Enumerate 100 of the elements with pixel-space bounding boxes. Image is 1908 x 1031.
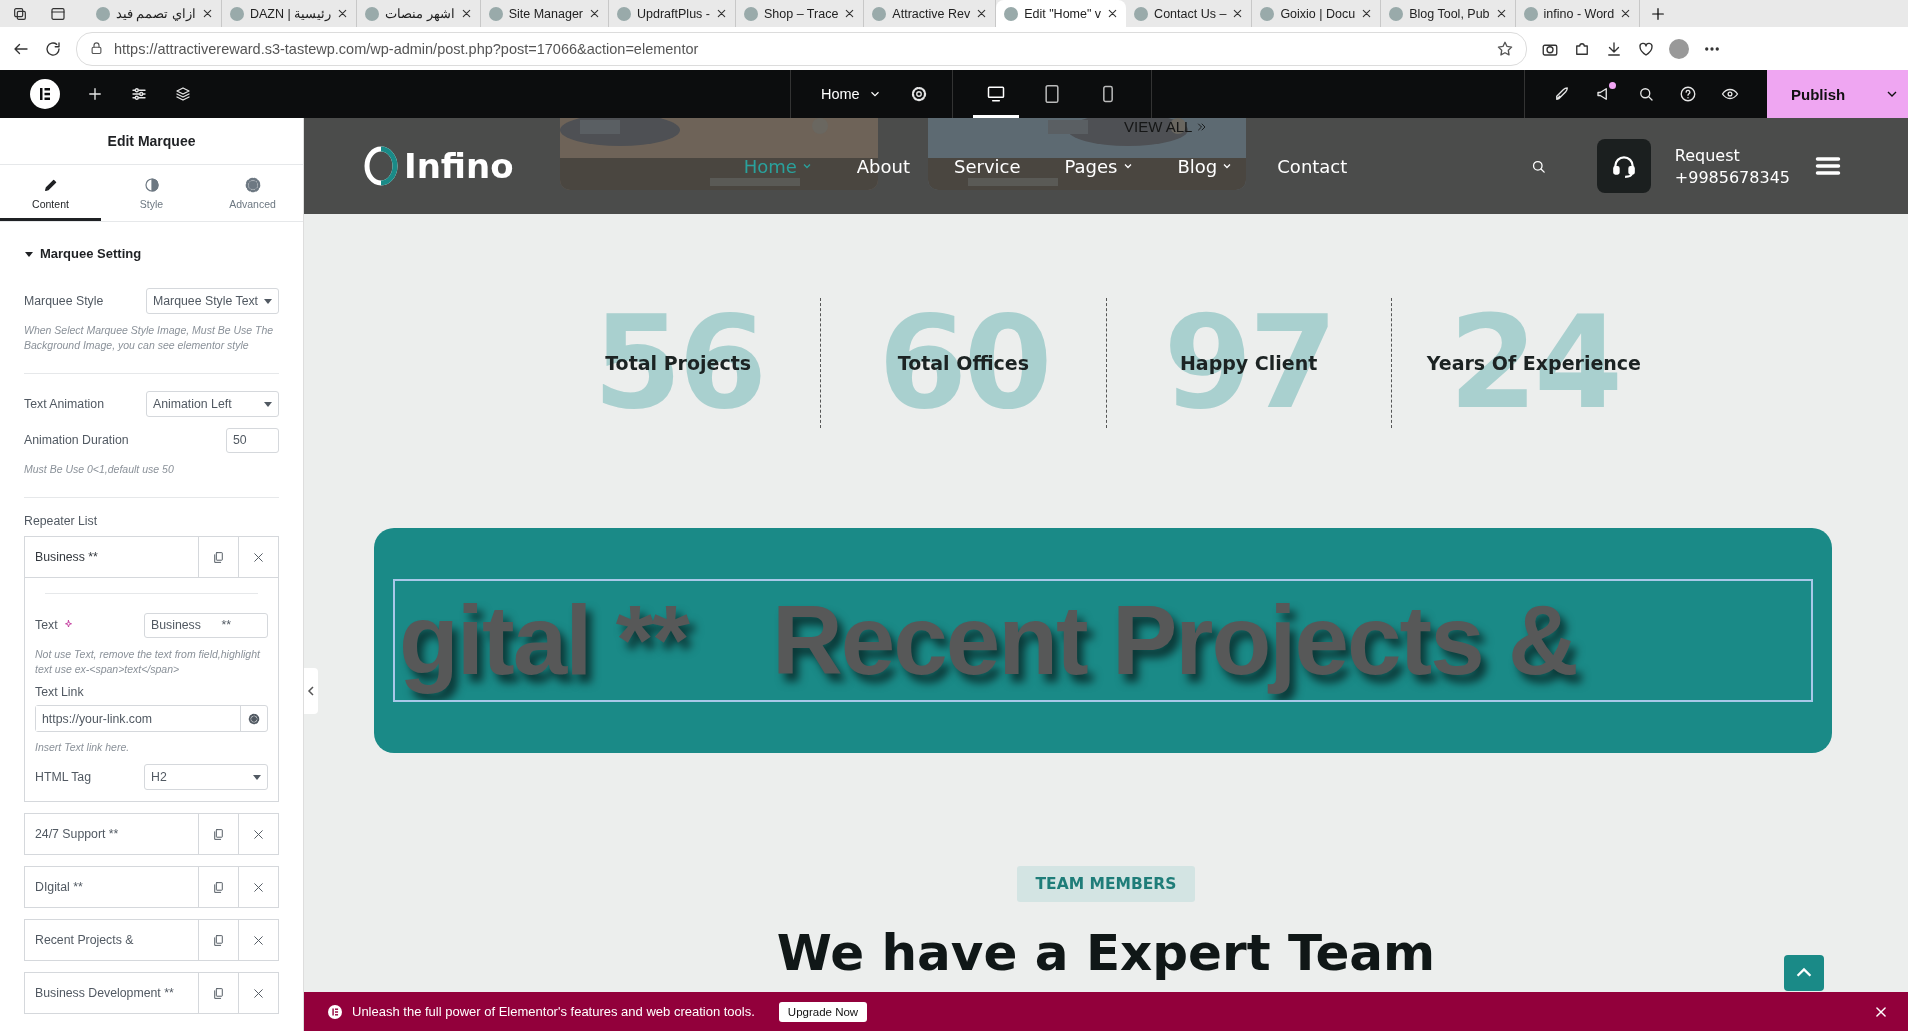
favicon-icon: [872, 6, 887, 21]
pencil-icon: [42, 177, 59, 193]
favicon-icon: [1523, 6, 1538, 21]
tab-title[interactable]: Shop – Trace: [764, 6, 839, 21]
close-icon: [252, 986, 265, 1000]
link-input[interactable]: https://your-link.com: [35, 705, 268, 732]
close-icon: [252, 933, 265, 947]
favicon-icon: [1260, 6, 1275, 21]
close-icon[interactable]: [337, 8, 349, 19]
field-label: HTML Tag: [35, 770, 92, 784]
tab-title[interactable]: Contact Us –: [1154, 6, 1227, 21]
elementor-icon: [328, 1004, 342, 1019]
close-icon[interactable]: [716, 8, 727, 19]
close-icon: [252, 827, 265, 841]
upgrade-button[interactable]: Upgrade Now: [778, 1001, 868, 1022]
gear-icon: [244, 177, 261, 193]
add-icon[interactable]: [86, 85, 104, 103]
phone-number[interactable]: +9985678345: [1674, 167, 1790, 187]
field-label: Text Link: [35, 685, 85, 699]
animation-select[interactable]: Animation Left: [146, 391, 279, 417]
nav-link[interactable]: Contact: [1277, 155, 1348, 177]
copy-icon: [212, 986, 225, 1000]
profile-avatar[interactable]: [1669, 38, 1689, 59]
panel-tab[interactable]: Style: [101, 165, 202, 221]
style-select[interactable]: Marquee Style Text: [146, 288, 279, 314]
tab-title[interactable]: Edit "Home" v: [1024, 6, 1102, 21]
favicon-icon: [488, 6, 503, 21]
tab-title[interactable]: ازاي تصمم فيد: [116, 6, 196, 21]
close-icon[interactable]: [201, 8, 213, 19]
lock-icon: [89, 41, 104, 56]
caret-icon: [264, 298, 272, 304]
close-icon[interactable]: [976, 8, 988, 19]
favicon-icon: [1134, 6, 1149, 21]
tab-title[interactable]: infino - Word: [1543, 6, 1615, 21]
reload-icon[interactable]: [44, 39, 62, 58]
page-dropdown[interactable]: Home: [815, 85, 888, 103]
banner-text: Unleash the full power of Elementor's features and web creation tools.: [352, 1004, 755, 1019]
collapse-handle[interactable]: [304, 668, 318, 714]
close-icon[interactable]: [1107, 8, 1119, 19]
section-badge: TEAM MEMBERS: [1016, 866, 1196, 902]
text-input[interactable]: Business **: [144, 612, 268, 638]
download-icon[interactable]: [1605, 39, 1623, 58]
field-label: Marquee Style: [24, 294, 104, 308]
close-icon[interactable]: [844, 8, 856, 19]
tab-title[interactable]: Blog Tool, Pub: [1409, 6, 1490, 21]
favicon-icon: [96, 6, 110, 21]
new-tab-icon[interactable]: [1650, 5, 1667, 22]
nav-link[interactable]: About: [856, 155, 910, 177]
close-icon: [252, 550, 265, 564]
tab-title[interactable]: Site Manager: [508, 6, 584, 21]
tab-actions-icon[interactable]: [12, 5, 28, 22]
tab-title[interactable]: DAZN | رئيسية: [249, 6, 332, 21]
field-label: Text Animation: [24, 397, 104, 411]
favicon-icon: [744, 6, 758, 21]
close-icon[interactable]: [460, 8, 472, 19]
panel-tab[interactable]: Content: [0, 165, 101, 221]
close-icon[interactable]: [1874, 1004, 1888, 1019]
star-icon[interactable]: [1496, 39, 1514, 58]
publish-button[interactable]: Publish: [1767, 70, 1908, 118]
marquee-text: gital **: [399, 584, 688, 697]
close-icon[interactable]: [589, 8, 601, 19]
search-icon[interactable]: [1637, 85, 1655, 103]
browser-tab[interactable]: Edit "Home" v: [996, 0, 1127, 27]
nav-link[interactable]: Blog: [1177, 155, 1234, 177]
tab-panel-icon[interactable]: [50, 5, 66, 22]
close-icon: [252, 880, 265, 894]
gear-icon[interactable]: [248, 712, 260, 725]
section-toggle[interactable]: Marquee Setting: [24, 246, 279, 261]
close-icon[interactable]: [1361, 8, 1373, 19]
tab-title[interactable]: Goixio | Docu: [1280, 6, 1356, 21]
copy-icon: [212, 933, 225, 947]
marquee-text: Recent Projects &: [771, 584, 1577, 697]
address-bar[interactable]: https://attractivereward.s3-tastewp.com/wp-admin/post.php?post=17066&action=elementor: [76, 31, 1527, 66]
help-note: Must Be Use 0<1,default use 50: [24, 462, 175, 477]
copy-icon: [212, 550, 225, 564]
nav-link[interactable]: Service: [954, 155, 1021, 177]
layers-icon[interactable]: [174, 85, 192, 103]
scroll-top-button[interactable]: [1784, 955, 1824, 991]
duration-input[interactable]: 50: [226, 427, 279, 453]
copy-icon: [212, 827, 225, 841]
tab-title[interactable]: اشهر منصات: [385, 6, 455, 21]
site-logo[interactable]: Infino: [404, 146, 514, 186]
tab-title[interactable]: UpdraftPlus -: [637, 6, 710, 21]
request-label: Request: [1674, 145, 1741, 165]
nav-link[interactable]: Pages: [1064, 155, 1134, 177]
help-icon[interactable]: [1679, 85, 1697, 103]
tab-title[interactable]: Attractive Rev: [892, 6, 971, 21]
close-icon[interactable]: [1620, 8, 1632, 19]
desktop-icon[interactable]: [985, 84, 1006, 104]
caret-icon: [264, 401, 272, 407]
field-label: Text: [35, 618, 58, 632]
notification-dot: [1609, 82, 1616, 89]
field-label: Animation Duration: [24, 433, 129, 447]
tag-select[interactable]: H2: [144, 764, 268, 790]
panel-tab[interactable]: Advanced: [202, 165, 303, 221]
close-icon[interactable]: [1232, 8, 1244, 19]
logo-icon[interactable]: [30, 79, 60, 109]
sliders-icon[interactable]: [130, 85, 148, 103]
favicon-icon: [1389, 6, 1404, 21]
close-icon[interactable]: [1495, 8, 1507, 19]
